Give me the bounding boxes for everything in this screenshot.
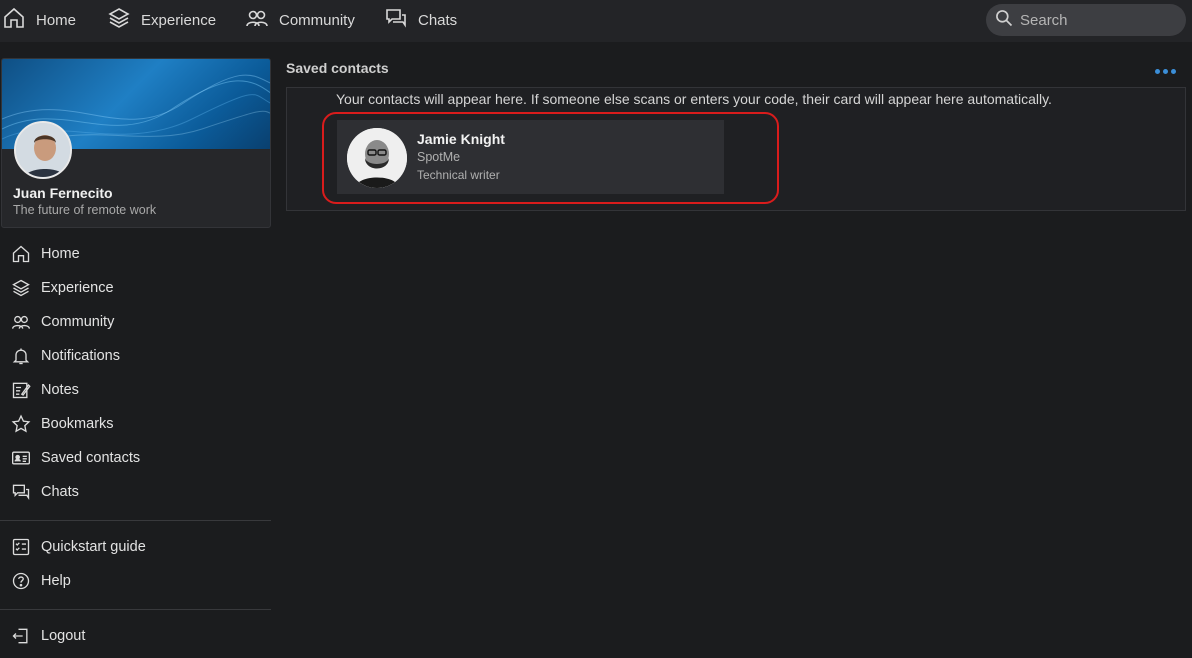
people-icon <box>11 312 31 332</box>
profile-card[interactable]: Juan Fernecito The future of remote work <box>1 58 271 228</box>
sidebar-item-bookmarks[interactable]: Bookmarks <box>0 407 272 441</box>
sidebar-item-community[interactable]: Community <box>0 305 272 339</box>
contact-card-icon <box>11 448 31 468</box>
topnav-experience-label: Experience <box>141 11 217 29</box>
sidebar-item-logout[interactable]: Logout <box>0 619 272 653</box>
sidebar-item-help[interactable]: Help <box>0 564 272 598</box>
search-icon <box>994 8 1014 33</box>
chat-icon <box>11 482 31 502</box>
search-input[interactable] <box>1020 11 1180 29</box>
sidebar-item-label: Community <box>41 314 115 330</box>
highlight-outline <box>322 112 779 204</box>
more-dot-icon <box>1155 68 1160 74</box>
more-dot-icon <box>1163 68 1168 74</box>
sidebar-item-label: Chats <box>41 484 79 500</box>
sidebar-item-chats[interactable]: Chats <box>0 475 272 509</box>
sidebar-divider <box>0 609 271 610</box>
topnav-chats[interactable]: Chats <box>384 0 457 40</box>
more-dot-icon <box>1171 68 1176 74</box>
sidebar-item-experience[interactable]: Experience <box>0 271 272 305</box>
sidebar-item-label: Bookmarks <box>41 416 114 432</box>
help-icon <box>11 571 31 591</box>
topnav-home[interactable]: Home <box>2 0 76 40</box>
topnav-community[interactable]: Community <box>245 0 355 40</box>
sidebar-item-label: Notes <box>41 382 79 398</box>
sidebar-item-notifications[interactable]: Notifications <box>0 339 272 373</box>
avatar[interactable] <box>14 121 72 179</box>
sidebar-item-label: Experience <box>41 280 114 296</box>
topnav-community-label: Community <box>279 11 355 29</box>
topnav-experience[interactable]: Experience <box>107 0 216 40</box>
profile-tagline: The future of remote work <box>13 203 157 217</box>
layers-icon <box>107 6 131 34</box>
notes-icon <box>11 380 31 400</box>
sidebar-divider <box>0 520 271 521</box>
home-icon <box>2 6 26 34</box>
sidebar-item-home[interactable]: Home <box>0 237 272 271</box>
sidebar-item-saved-contacts[interactable]: Saved contacts <box>0 441 272 475</box>
sidebar-item-notes[interactable]: Notes <box>0 373 272 407</box>
logout-icon <box>11 626 31 646</box>
search-box[interactable] <box>986 4 1186 36</box>
layers-icon <box>11 278 31 298</box>
topnav-chats-label: Chats <box>418 11 458 29</box>
checklist-icon <box>11 537 31 557</box>
star-icon <box>11 414 31 434</box>
profile-name: Juan Fernecito <box>13 185 113 201</box>
sidebar-item-label: Help <box>41 573 71 589</box>
topnav-home-label: Home <box>36 11 77 29</box>
page-title: Saved contacts <box>286 60 389 76</box>
info-message: Your contacts will appear here. If someo… <box>336 91 1052 107</box>
sidebar-item-label: Quickstart guide <box>41 539 146 555</box>
top-bar: Home Experience Community Chats <box>0 0 1192 42</box>
sidebar-item-label: Home <box>41 246 80 262</box>
people-icon <box>245 6 269 34</box>
more-options-button[interactable] <box>1155 64 1177 78</box>
chat-icon <box>384 6 408 34</box>
sidebar-item-label: Notifications <box>41 348 120 364</box>
bell-icon <box>11 346 31 366</box>
sidebar-item-label: Logout <box>41 628 86 644</box>
sidebar-item-label: Saved contacts <box>41 450 141 466</box>
home-icon <box>11 244 31 264</box>
sidebar-item-quickstart-guide[interactable]: Quickstart guide <box>0 530 272 564</box>
